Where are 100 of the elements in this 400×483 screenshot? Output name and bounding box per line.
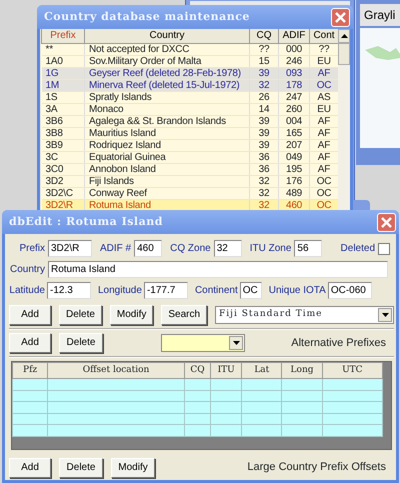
column-header[interactable]: Country — [84, 29, 250, 43]
table-cell: Conway Reef — [84, 187, 250, 199]
checkbox-label: Deleted — [340, 242, 375, 256]
table-cell: Annobon Island — [84, 163, 250, 175]
column-header[interactable]: Lat — [242, 362, 282, 378]
button[interactable]: Add — [9, 458, 51, 478]
table-cell: Sov.Military Order of Malta — [84, 55, 250, 67]
table-cell: 26 — [250, 91, 278, 103]
table-cell: 3A — [42, 103, 84, 115]
column-header[interactable]: UTC — [322, 362, 382, 378]
table-cell: ?? — [250, 43, 278, 55]
close-icon[interactable] — [381, 216, 392, 228]
button[interactable]: Delete — [59, 458, 103, 478]
table-cell: 39 — [250, 127, 278, 139]
scroll-up-icon[interactable] — [340, 34, 348, 38]
field-label: Country — [9, 263, 45, 277]
table-cell: Spratly Islands — [84, 91, 250, 103]
table-cell: 39 — [250, 139, 278, 151]
table-cell: 1G — [42, 67, 84, 79]
input-field[interactable]: 32 — [214, 240, 242, 257]
scrollbar[interactable] — [338, 29, 350, 212]
button[interactable]: Add — [9, 333, 51, 353]
table-cell: 3D2\C — [42, 187, 84, 199]
table-cell: 1M — [42, 79, 84, 91]
checkbox[interactable] — [378, 242, 390, 254]
field-label: ADIF # — [100, 242, 132, 256]
table-cell: 049 — [278, 151, 310, 163]
column-header[interactable]: ADIF — [278, 29, 310, 43]
table-cell: 3B6 — [42, 115, 84, 127]
column-header[interactable]: ITU — [210, 362, 242, 378]
table-cell: 32 — [250, 175, 278, 187]
close-button[interactable] — [331, 8, 350, 26]
table-cell: 32 — [250, 187, 278, 199]
button[interactable]: Modify — [111, 458, 155, 478]
column-header[interactable]: Offset location — [48, 362, 184, 378]
field-label: CQ Zone — [170, 242, 211, 256]
table-cell: 195 — [278, 163, 310, 175]
button[interactable]: Modify — [110, 305, 154, 325]
input-field[interactable]: -12.3 — [47, 282, 91, 299]
input-field[interactable]: 56 — [294, 240, 322, 257]
close-icon[interactable] — [335, 12, 346, 22]
table-cell: 3B9 — [42, 139, 84, 151]
table-cell: Mauritius Island — [84, 127, 250, 139]
table-cell: 36 — [250, 163, 278, 175]
field-label: Unique IOTA — [268, 284, 326, 298]
window-title: dbEdit : Rotuma Island — [9, 214, 163, 230]
table-cell: 3D2 — [42, 175, 84, 187]
table-cell: 39 — [250, 115, 278, 127]
input-field[interactable]: OC-060 — [328, 282, 372, 299]
table-cell: 247 — [278, 91, 310, 103]
table-cell: 207 — [278, 139, 310, 151]
dropdown[interactable]: Fiji Standard Time — [215, 306, 394, 324]
column-header[interactable]: Prefix — [42, 29, 84, 43]
table-cell: Rodriquez Island — [84, 139, 250, 151]
button[interactable]: Search — [161, 305, 208, 325]
table-cell: 3C — [42, 151, 84, 163]
table-cell: Fiji Islands — [84, 175, 250, 187]
column-header[interactable]: Pfz — [12, 362, 48, 378]
table-cell: 1S — [42, 91, 84, 103]
section-label: Large Country Prefix Offsets — [247, 460, 386, 476]
table-cell: 1A0 — [42, 55, 84, 67]
field-label: Prefix — [18, 242, 45, 256]
table-cell: ** — [42, 43, 84, 55]
button[interactable]: Add — [9, 305, 51, 325]
input-field[interactable]: Rotuma Island — [48, 261, 388, 278]
scrollbar-thumb[interactable] — [338, 43, 350, 65]
dropdown[interactable] — [161, 334, 245, 352]
field-label: Latitude — [9, 284, 45, 298]
tab[interactable]: Grayli — [360, 4, 400, 26]
table-cell: 14 — [250, 103, 278, 115]
column-header[interactable]: Long — [282, 362, 322, 378]
table-cell: Minerva Reef (deleted 15-Jul-1972) — [84, 79, 250, 91]
field-label: ITU Zone — [250, 242, 292, 256]
table-cell: Agalega && St. Brandon Islands — [84, 115, 250, 127]
table-cell: Equatorial Guinea — [84, 151, 250, 163]
input-field[interactable]: 3D2\R — [48, 240, 92, 257]
column-header[interactable]: CQ — [184, 362, 211, 378]
table-cell: 15 — [250, 55, 278, 67]
field-label: Continent — [194, 284, 238, 298]
column-header[interactable]: CQ — [250, 29, 278, 43]
table-cell: Monaco — [84, 103, 250, 115]
table-cell: Geyser Reef (deleted 28-Feb-1978) — [84, 67, 250, 79]
input-field[interactable]: -177.7 — [144, 282, 188, 299]
table-cell: 36 — [250, 151, 278, 163]
table-cell: 3C0 — [42, 163, 84, 175]
button[interactable]: Delete — [59, 305, 102, 325]
section-label: Alternative Prefixes — [291, 336, 386, 351]
window-title: Country database maintenance — [44, 8, 250, 25]
table-cell: 176 — [278, 175, 310, 187]
dropdown-arrow-icon — [232, 341, 240, 345]
table-cell: 246 — [278, 55, 310, 67]
dropdown-arrow-icon — [382, 313, 388, 317]
field-label: Longitude — [98, 284, 142, 298]
table-cell: 004 — [278, 115, 310, 127]
table-cell: 3B8 — [42, 127, 84, 139]
close-button[interactable] — [377, 212, 396, 232]
column-header[interactable]: Cont — [310, 29, 338, 43]
input-field[interactable]: 460 — [134, 240, 162, 257]
input-field[interactable]: OC — [240, 282, 262, 299]
button[interactable]: Delete — [59, 333, 103, 353]
